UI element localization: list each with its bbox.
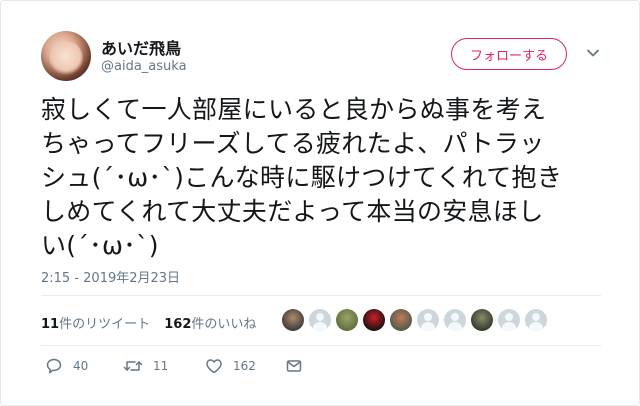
heart-icon (206, 359, 222, 374)
liker-avatar[interactable] (282, 309, 304, 331)
liker-avatar[interactable] (417, 309, 439, 331)
liker-avatar[interactable] (309, 309, 331, 331)
retweets-stat-label: 件のリツイート (59, 317, 151, 332)
reply-button[interactable]: 40 (45, 357, 88, 375)
liker-avatars (282, 309, 552, 331)
author-display-name[interactable]: あいだ飛鳥 (101, 35, 181, 59)
envelope-icon (286, 360, 302, 372)
tweet-card: あいだ飛鳥 @aida_asuka フォローする 寂しくて一人部屋にいると良から… (0, 0, 640, 406)
follow-button[interactable]: フォローする (451, 38, 567, 70)
retweet-button[interactable]: 11 (123, 357, 168, 375)
like-count: 162 (233, 359, 256, 373)
retweets-stat[interactable]: 11件のリツイート (41, 317, 150, 332)
divider (41, 345, 601, 346)
chevron-down-icon[interactable] (585, 45, 601, 61)
liker-avatar[interactable] (525, 309, 547, 331)
liker-avatar[interactable] (444, 309, 466, 331)
liker-avatar[interactable] (363, 309, 385, 331)
likes-stat-count: 162 (164, 317, 192, 332)
tweet-text: 寂しくて一人部屋にいると良からぬ事を考え ちゃってフリーズしてる疲れたよ、パトラ… (41, 95, 563, 260)
retweet-count: 11 (153, 359, 169, 373)
retweet-icon (123, 361, 143, 371)
like-button[interactable]: 162 (205, 357, 256, 375)
liker-avatar[interactable] (471, 309, 493, 331)
likes-stat[interactable]: 162件のいいね (164, 317, 256, 332)
direct-message-button[interactable] (285, 357, 313, 375)
follow-button-label: フォローする (469, 48, 548, 64)
engagement-stats: 11件のリツイート 162件のいいね (41, 313, 256, 332)
likes-stat-label: 件のいいね (191, 317, 257, 332)
liker-avatar[interactable] (336, 309, 358, 331)
divider (41, 295, 601, 296)
author-handle[interactable]: @aida_asuka (101, 59, 187, 74)
liker-avatar[interactable] (390, 309, 412, 331)
author-avatar[interactable] (41, 31, 91, 81)
reply-icon (46, 358, 62, 374)
liker-avatar[interactable] (498, 309, 520, 331)
retweets-stat-count: 11 (41, 317, 60, 332)
tweet-actions: 40 11 162 (45, 357, 345, 377)
tweet-timestamp[interactable]: 2:15 - 2019年2月23日 (41, 267, 180, 286)
reply-count: 40 (73, 359, 89, 373)
